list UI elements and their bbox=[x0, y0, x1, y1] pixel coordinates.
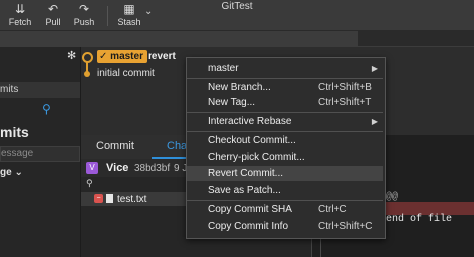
menu-item-label: Revert Commit... bbox=[208, 168, 284, 179]
menu-item-new-branch[interactable]: New Branch... Ctrl+Shift+B bbox=[187, 80, 383, 95]
fetch-label: Fetch bbox=[8, 17, 32, 27]
commit-message-placeholder: essage bbox=[1, 148, 34, 159]
menu-divider bbox=[187, 78, 383, 79]
menu-item-save-as-patch[interactable]: Save as Patch... bbox=[187, 183, 383, 198]
menu-item-interactive-rebase[interactable]: Interactive Rebase ▶ bbox=[187, 114, 383, 129]
menu-divider bbox=[187, 200, 383, 201]
file-icon bbox=[106, 194, 113, 203]
stash-label: Stash bbox=[117, 17, 141, 27]
menu-item-shortcut: Ctrl+Shift+C bbox=[318, 221, 373, 232]
checkmark-icon: ✓ bbox=[99, 51, 108, 62]
menu-item-master[interactable]: master ▶ bbox=[187, 61, 383, 76]
tab-changes[interactable]: Cha bbox=[167, 140, 187, 152]
menu-item-label: master bbox=[208, 63, 239, 74]
menu-item-revert-commit[interactable]: Revert Commit... bbox=[187, 166, 383, 181]
menu-item-label: New Tag... bbox=[208, 97, 256, 108]
menu-item-label: Cherry-pick Commit... bbox=[208, 152, 305, 163]
pull-label: Pull bbox=[45, 17, 61, 27]
sidebar-header-label: mits bbox=[0, 84, 19, 95]
commit-hash[interactable]: 38bd3bf bbox=[134, 163, 170, 174]
file-removed-icon: − bbox=[94, 194, 103, 203]
branch-tag-label: master bbox=[110, 51, 143, 62]
graph-head-node[interactable] bbox=[82, 52, 93, 63]
search-icon[interactable]: ⚲ bbox=[42, 102, 51, 116]
menu-item-label: Checkout Commit... bbox=[208, 135, 296, 146]
gear-icon[interactable]: ✻ bbox=[67, 49, 76, 62]
menu-item-label: Interactive Rebase bbox=[208, 116, 292, 127]
menu-item-shortcut: Ctrl+Shift+T bbox=[318, 97, 372, 108]
commit-row-message[interactable]: initial commit bbox=[97, 68, 155, 79]
title-bar-right bbox=[358, 30, 474, 46]
sidebar-header-remotes: mits bbox=[0, 82, 80, 98]
avatar: V bbox=[86, 162, 98, 174]
menu-divider bbox=[187, 131, 383, 132]
menu-item-checkout-commit[interactable]: Checkout Commit... bbox=[187, 133, 383, 148]
menu-item-label: Save as Patch... bbox=[208, 185, 281, 196]
dropdown-icon[interactable]: ⌄ bbox=[14, 167, 22, 178]
staged-text: ge bbox=[0, 167, 12, 178]
menu-item-label: New Branch... bbox=[208, 82, 271, 93]
graph-commit-node[interactable] bbox=[84, 71, 90, 77]
menu-item-shortcut: Ctrl+Shift+B bbox=[318, 82, 372, 93]
menu-divider bbox=[187, 112, 383, 113]
menu-item-new-tag[interactable]: New Tag... Ctrl+Shift+T bbox=[187, 95, 383, 110]
branch-tag-master[interactable]: ✓ master bbox=[97, 50, 147, 63]
search-icon[interactable]: ⚲ bbox=[86, 178, 93, 189]
commits-heading: mits bbox=[0, 124, 29, 140]
submenu-arrow-icon: ▶ bbox=[371, 64, 378, 73]
author-name: Vice bbox=[106, 162, 129, 174]
window-title: GitTest bbox=[221, 1, 253, 12]
menu-item-label: Copy Commit Info bbox=[208, 221, 289, 232]
menu-item-shortcut: Ctrl+C bbox=[318, 204, 347, 215]
menu-item-copy-sha[interactable]: Copy Commit SHA Ctrl+C bbox=[187, 202, 383, 217]
menu-item-cherry-pick[interactable]: Cherry-pick Commit... bbox=[187, 150, 383, 165]
file-name[interactable]: test.txt bbox=[117, 194, 146, 205]
menu-item-label: Copy Commit SHA bbox=[208, 204, 292, 215]
staged-label: ge ⌄ bbox=[0, 167, 23, 178]
commit-message-input[interactable]: essage bbox=[0, 146, 80, 162]
diff-line-text: end of file bbox=[386, 214, 453, 225]
menu-item-copy-info[interactable]: Copy Commit Info Ctrl+Shift+C bbox=[187, 219, 383, 234]
tab-commit[interactable]: Commit bbox=[96, 140, 134, 152]
branch-tag-revert[interactable]: revert bbox=[148, 50, 176, 63]
push-label: Push bbox=[73, 17, 95, 27]
submenu-arrow-icon: ▶ bbox=[371, 117, 378, 126]
diff-gutter-line bbox=[320, 236, 321, 257]
